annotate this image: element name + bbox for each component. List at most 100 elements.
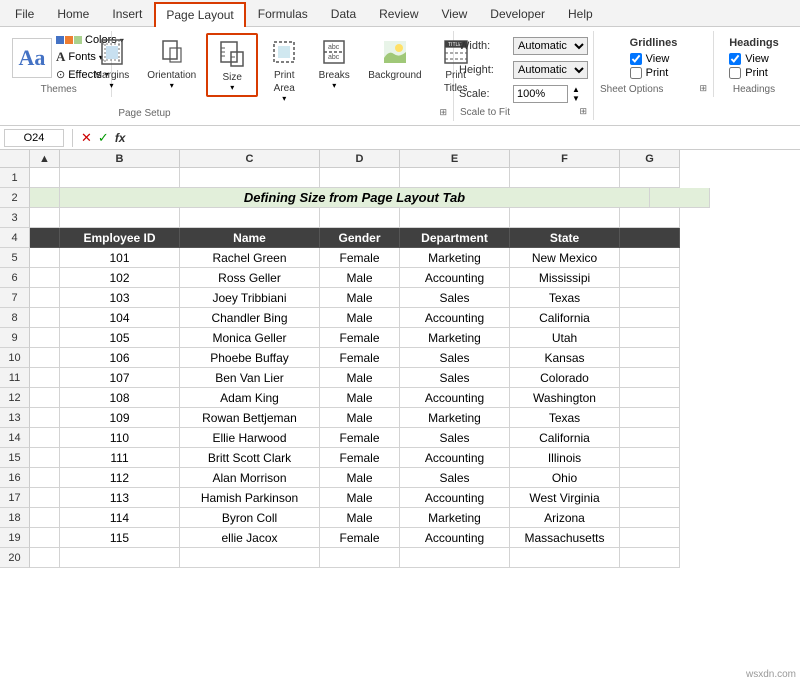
cell-g7[interactable] <box>620 288 680 308</box>
cell-b4[interactable]: Employee ID <box>60 228 180 248</box>
cell-d19[interactable]: Female <box>320 528 400 548</box>
cell-f17[interactable]: West Virginia <box>510 488 620 508</box>
margins-button[interactable]: Margins ▾ <box>86 33 138 93</box>
cell-a17[interactable] <box>30 488 60 508</box>
cell-a16[interactable] <box>30 468 60 488</box>
cell-g4[interactable] <box>620 228 680 248</box>
cell-g6[interactable] <box>620 268 680 288</box>
cell-e16[interactable]: Sales <box>400 468 510 488</box>
row-header-18[interactable]: 18 <box>0 508 30 528</box>
cell-c15[interactable]: Britt Scott Clark <box>180 448 320 468</box>
cell-c16[interactable]: Alan Morrison <box>180 468 320 488</box>
sheet-expand[interactable]: ⊞ <box>699 83 707 94</box>
scale-input[interactable] <box>513 85 568 103</box>
col-header-a[interactable]: ▲ <box>30 150 60 168</box>
col-header-g[interactable]: G <box>620 150 680 168</box>
cell-d9[interactable]: Female <box>320 328 400 348</box>
row-header-20[interactable]: 20 <box>0 548 30 568</box>
fx-icon[interactable]: fx <box>115 131 126 145</box>
cell-d17[interactable]: Male <box>320 488 400 508</box>
scale-up-arrow[interactable]: ▲ <box>572 85 580 94</box>
cell-e11[interactable]: Sales <box>400 368 510 388</box>
background-button[interactable]: Background <box>360 33 429 84</box>
cell-f20[interactable] <box>510 548 620 568</box>
cell-d14[interactable]: Female <box>320 428 400 448</box>
row-header-19[interactable]: 19 <box>0 528 30 548</box>
gridlines-view-checkbox[interactable] <box>630 53 642 65</box>
cell-b11[interactable]: 107 <box>60 368 180 388</box>
cell-b13[interactable]: 109 <box>60 408 180 428</box>
cell-c3[interactable] <box>180 208 320 228</box>
cell-b9[interactable]: 105 <box>60 328 180 348</box>
cell-f1[interactable] <box>510 168 620 188</box>
cell-e13[interactable]: Marketing <box>400 408 510 428</box>
row-header-16[interactable]: 16 <box>0 468 30 488</box>
cell-g10[interactable] <box>620 348 680 368</box>
themes-button[interactable]: Aa <box>12 38 52 78</box>
cell-g15[interactable] <box>620 448 680 468</box>
orientation-button[interactable]: Orientation ▾ <box>139 33 204 93</box>
row-header-4[interactable]: 4 <box>0 228 30 248</box>
row-header-15[interactable]: 15 <box>0 448 30 468</box>
tab-formulas[interactable]: Formulas <box>247 2 319 26</box>
cell-g14[interactable] <box>620 428 680 448</box>
cell-g18[interactable] <box>620 508 680 528</box>
size-button[interactable]: Size ▾ <box>208 35 256 95</box>
cell-g19[interactable] <box>620 528 680 548</box>
cell-g8[interactable] <box>620 308 680 328</box>
cell-d8[interactable]: Male <box>320 308 400 328</box>
cell-b1[interactable] <box>60 168 180 188</box>
cell-c13[interactable]: Rowan Bettjeman <box>180 408 320 428</box>
row-header-17[interactable]: 17 <box>0 488 30 508</box>
cell-d18[interactable]: Male <box>320 508 400 528</box>
cell-a20[interactable] <box>30 548 60 568</box>
tab-insert[interactable]: Insert <box>101 2 153 26</box>
cell-e14[interactable]: Sales <box>400 428 510 448</box>
cell-a2[interactable] <box>30 188 60 208</box>
tab-home[interactable]: Home <box>46 2 100 26</box>
cell-e1[interactable] <box>400 168 510 188</box>
cell-g5[interactable] <box>620 248 680 268</box>
row-header-12[interactable]: 12 <box>0 388 30 408</box>
cell-c12[interactable]: Adam King <box>180 388 320 408</box>
row-header-7[interactable]: 7 <box>0 288 30 308</box>
cell-a18[interactable] <box>30 508 60 528</box>
cell-g12[interactable] <box>620 388 680 408</box>
cell-f11[interactable]: Colorado <box>510 368 620 388</box>
cell-d16[interactable]: Male <box>320 468 400 488</box>
cell-d13[interactable]: Male <box>320 408 400 428</box>
cell-c1[interactable] <box>180 168 320 188</box>
cell-f7[interactable]: Texas <box>510 288 620 308</box>
cell-a19[interactable] <box>30 528 60 548</box>
row-header-1[interactable]: 1 <box>0 168 30 188</box>
row-header-10[interactable]: 10 <box>0 348 30 368</box>
cell-e9[interactable]: Marketing <box>400 328 510 348</box>
confirm-formula-icon[interactable]: ✓ <box>98 130 109 146</box>
tab-review[interactable]: Review <box>368 2 429 26</box>
cancel-formula-icon[interactable]: ✕ <box>81 130 92 146</box>
cell-b8[interactable]: 104 <box>60 308 180 328</box>
col-header-e[interactable]: E <box>400 150 510 168</box>
cell-d5[interactable]: Female <box>320 248 400 268</box>
cell-c18[interactable]: Byron Coll <box>180 508 320 528</box>
cell-f16[interactable]: Ohio <box>510 468 620 488</box>
cell-g13[interactable] <box>620 408 680 428</box>
tab-view[interactable]: View <box>431 2 479 26</box>
cell-g2[interactable] <box>650 188 710 208</box>
cell-e19[interactable]: Accounting <box>400 528 510 548</box>
row-header-13[interactable]: 13 <box>0 408 30 428</box>
cell-f10[interactable]: Kansas <box>510 348 620 368</box>
cell-a5[interactable] <box>30 248 60 268</box>
scale-down-arrow[interactable]: ▼ <box>572 94 580 103</box>
headings-view-checkbox[interactable] <box>729 53 741 65</box>
tab-page-layout[interactable]: Page Layout <box>154 2 245 27</box>
cell-e18[interactable]: Marketing <box>400 508 510 528</box>
col-header-c[interactable]: C <box>180 150 320 168</box>
tab-developer[interactable]: Developer <box>479 2 556 26</box>
row-header-2[interactable]: 2 <box>0 188 30 208</box>
cell-f15[interactable]: Illinois <box>510 448 620 468</box>
cell-d12[interactable]: Male <box>320 388 400 408</box>
col-header-d[interactable]: D <box>320 150 400 168</box>
cell-b17[interactable]: 113 <box>60 488 180 508</box>
cell-g20[interactable] <box>620 548 680 568</box>
